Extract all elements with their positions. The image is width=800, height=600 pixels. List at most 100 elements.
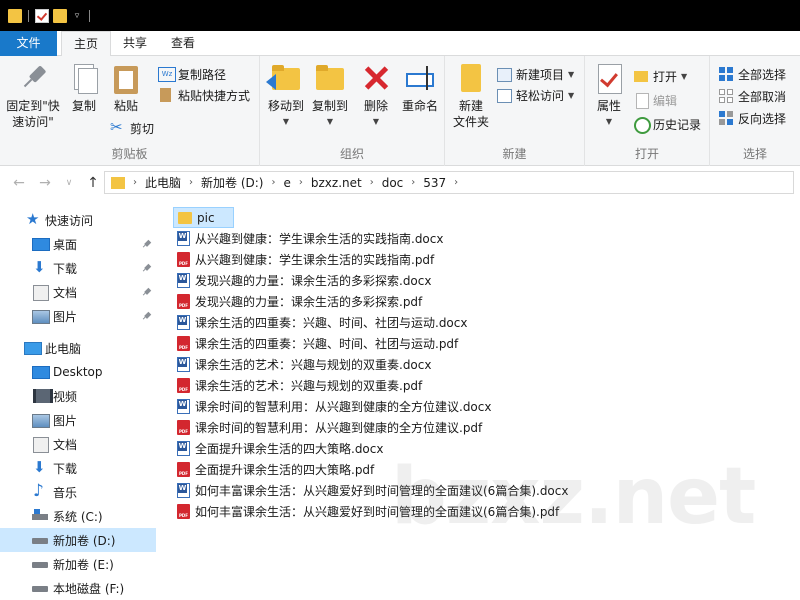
easy-access-button[interactable]: 轻松访问 ▼ — [496, 85, 574, 105]
sidebar-item-documents-pc[interactable]: 文档 — [0, 432, 156, 456]
group-label-clipboard: 剪贴板 — [111, 147, 148, 161]
list-item[interactable]: 发现兴趣的力量：课余生活的多彩探索.docx — [177, 270, 431, 291]
sidebar-item-music[interactable]: 音乐 — [0, 480, 156, 504]
pin-quick-access-button[interactable]: 固定到"快 速访问" — [4, 62, 62, 130]
sidebar-item-desktop[interactable]: 桌面 — [0, 232, 156, 256]
list-item[interactable]: 课余生活的艺术：兴趣与规划的双重奏.pdf — [177, 375, 422, 396]
file-name: 课余时间的智慧利用：从兴趣到健康的全方位建议.pdf — [195, 421, 483, 435]
list-item[interactable]: 课余生活的艺术：兴趣与规划的双重奏.docx — [177, 354, 431, 375]
chevron-down-icon: ▼ — [681, 71, 688, 81]
new-folder-button[interactable]: 新建 文件夹 — [449, 62, 493, 130]
back-arrow-icon[interactable]: ← — [10, 174, 28, 192]
cut-button[interactable]: 剪切 — [110, 118, 154, 138]
copy-path-label: 复制路径 — [178, 67, 227, 82]
copy-path-button[interactable]: 复制路径 — [158, 64, 226, 84]
list-item[interactable]: 全面提升课余生活的四大策略.pdf — [177, 459, 374, 480]
delete-button[interactable]: 删除 ▼ — [358, 62, 394, 130]
select-all-button[interactable]: 全部选择 — [718, 64, 786, 84]
sidebar-item-documents[interactable]: 文档 — [0, 280, 156, 304]
rename-button[interactable]: 重命名 — [398, 62, 442, 114]
chevron-down-icon[interactable]: ▿ — [71, 11, 83, 21]
list-item[interactable]: 如何丰富课余生活：从兴趣爱好到时间管理的全面建议(6篇合集).pdf — [177, 501, 559, 522]
chevron-right-icon[interactable]: › — [454, 177, 458, 188]
sidebar-item-desktop-pc[interactable]: Desktop — [0, 360, 156, 384]
tab-share[interactable]: 共享 — [111, 31, 159, 56]
paste-icon — [110, 62, 142, 94]
tab-file[interactable]: 文件 — [0, 31, 57, 56]
ribbon-tabs: 文件 主页 共享 查看 — [0, 31, 800, 57]
list-item[interactable]: 课余生活的四重奏：兴趣、时间、社团与运动.pdf — [177, 333, 458, 354]
file-name: 全面提升课余生活的四大策略.docx — [195, 442, 384, 456]
paste-button[interactable]: 粘贴 — [108, 62, 144, 114]
paste-shortcut-button[interactable]: 粘贴快捷方式 — [158, 85, 250, 105]
select-all-icon — [718, 66, 734, 82]
breadcrumb-item[interactable]: 此电脑 — [145, 174, 181, 191]
sidebar-item-drive-e[interactable]: 新加卷 (E:) — [0, 552, 156, 576]
list-item[interactable]: 从兴趣到健康：学生课余生活的实践指南.pdf — [177, 249, 434, 270]
list-item[interactable]: 从兴趣到健康：学生课余生活的实践指南.docx — [177, 228, 443, 249]
file-name: 发现兴趣的力量：课余生活的多彩探索.pdf — [195, 295, 423, 309]
delete-icon — [360, 62, 392, 94]
edit-label: 编辑 — [653, 93, 678, 108]
chevron-right-icon[interactable]: › — [411, 177, 415, 188]
pin-icon — [141, 238, 152, 249]
breadcrumb-item[interactable]: 新加卷 (D:) — [201, 174, 263, 191]
properties-button[interactable]: 属性 ▼ — [591, 62, 627, 130]
pdf-icon — [177, 378, 190, 393]
edit-button[interactable]: 编辑 — [633, 90, 677, 110]
new-folder-quick-icon[interactable] — [53, 8, 67, 23]
list-item-folder[interactable]: pic — [173, 207, 234, 228]
copy-to-button[interactable]: 复制到 ▼ — [308, 62, 352, 130]
invert-selection-label: 反向选择 — [738, 111, 787, 126]
move-to-button[interactable]: 移动到 ▼ — [264, 62, 308, 130]
recent-chevron-icon[interactable]: ∨ — [60, 174, 78, 192]
sidebar-item-downloads-pc[interactable]: 下载 — [0, 456, 156, 480]
desktop-icon — [32, 237, 50, 251]
breadcrumb-item[interactable]: bzxz.net — [311, 176, 362, 190]
group-label-select: 选择 — [742, 147, 767, 161]
sidebar-item-drive-f[interactable]: 本地磁盘 (F:) — [0, 576, 156, 600]
open-button[interactable]: 打开 ▼ — [633, 66, 687, 86]
word-document-icon — [177, 483, 190, 498]
new-item-button[interactable]: 新建项目 ▼ — [496, 64, 574, 84]
sidebar-item-label: 桌面 — [53, 237, 78, 252]
sidebar-item-pictures-pc[interactable]: 图片 — [0, 408, 156, 432]
tab-view[interactable]: 查看 — [159, 31, 207, 56]
properties-quick-icon[interactable] — [35, 8, 49, 23]
history-button[interactable]: 历史记录 — [633, 114, 701, 134]
sidebar-item-downloads[interactable]: 下载 — [0, 256, 156, 280]
list-item[interactable]: 课余时间的智慧利用：从兴趣到健康的全方位建议.docx — [177, 396, 491, 417]
up-arrow-icon[interactable]: ↑ — [84, 174, 102, 192]
select-none-button[interactable]: 全部取消 — [718, 86, 786, 106]
select-none-icon — [718, 88, 734, 104]
pdf-icon — [177, 336, 190, 351]
sidebar-item-drive-c[interactable]: 系统 (C:) — [0, 504, 156, 528]
sidebar-item-pictures[interactable]: 图片 — [0, 304, 156, 328]
breadcrumb-item[interactable]: doc — [382, 176, 404, 190]
list-item[interactable]: 课余时间的智慧利用：从兴趣到健康的全方位建议.pdf — [177, 417, 482, 438]
sidebar-item-label: 下载 — [53, 461, 78, 476]
sidebar-item-videos[interactable]: 视频 — [0, 384, 156, 408]
sidebar-item-quick-access[interactable]: 快速访问 — [0, 208, 156, 232]
chevron-right-icon[interactable]: › — [271, 177, 275, 188]
chevron-right-icon[interactable]: › — [299, 177, 303, 188]
copy-button[interactable]: 复制 — [66, 62, 102, 114]
tab-home[interactable]: 主页 — [61, 31, 112, 57]
address-bar[interactable]: › 此电脑 › 新加卷 (D:) › e › bzxz.net › doc › … — [104, 171, 794, 194]
list-item[interactable]: 如何丰富课余生活：从兴趣爱好到时间管理的全面建议(6篇合集).docx — [177, 480, 568, 501]
list-item[interactable]: 课余生活的四重奏：兴趣、时间、社团与运动.docx — [177, 312, 467, 333]
word-document-icon — [177, 357, 190, 372]
breadcrumb-item[interactable]: e — [283, 176, 290, 190]
copy-path-icon — [158, 66, 176, 82]
list-item[interactable]: 全面提升课余生活的四大策略.docx — [177, 438, 383, 459]
sidebar-item-this-pc[interactable]: 此电脑 — [0, 336, 156, 360]
list-item[interactable]: 发现兴趣的力量：课余生活的多彩探索.pdf — [177, 291, 422, 312]
breadcrumb-item[interactable]: 537 — [423, 176, 446, 190]
chevron-right-icon[interactable]: › — [189, 177, 193, 188]
sidebar-item-drive-d[interactable]: 新加卷 (D:) — [0, 528, 156, 552]
forward-arrow-icon[interactable]: → — [36, 174, 54, 192]
chevron-right-icon[interactable]: › — [370, 177, 374, 188]
invert-selection-button[interactable]: 反向选择 — [718, 108, 786, 128]
rename-icon — [404, 62, 436, 94]
sidebar-item-label: 文档 — [53, 285, 78, 300]
